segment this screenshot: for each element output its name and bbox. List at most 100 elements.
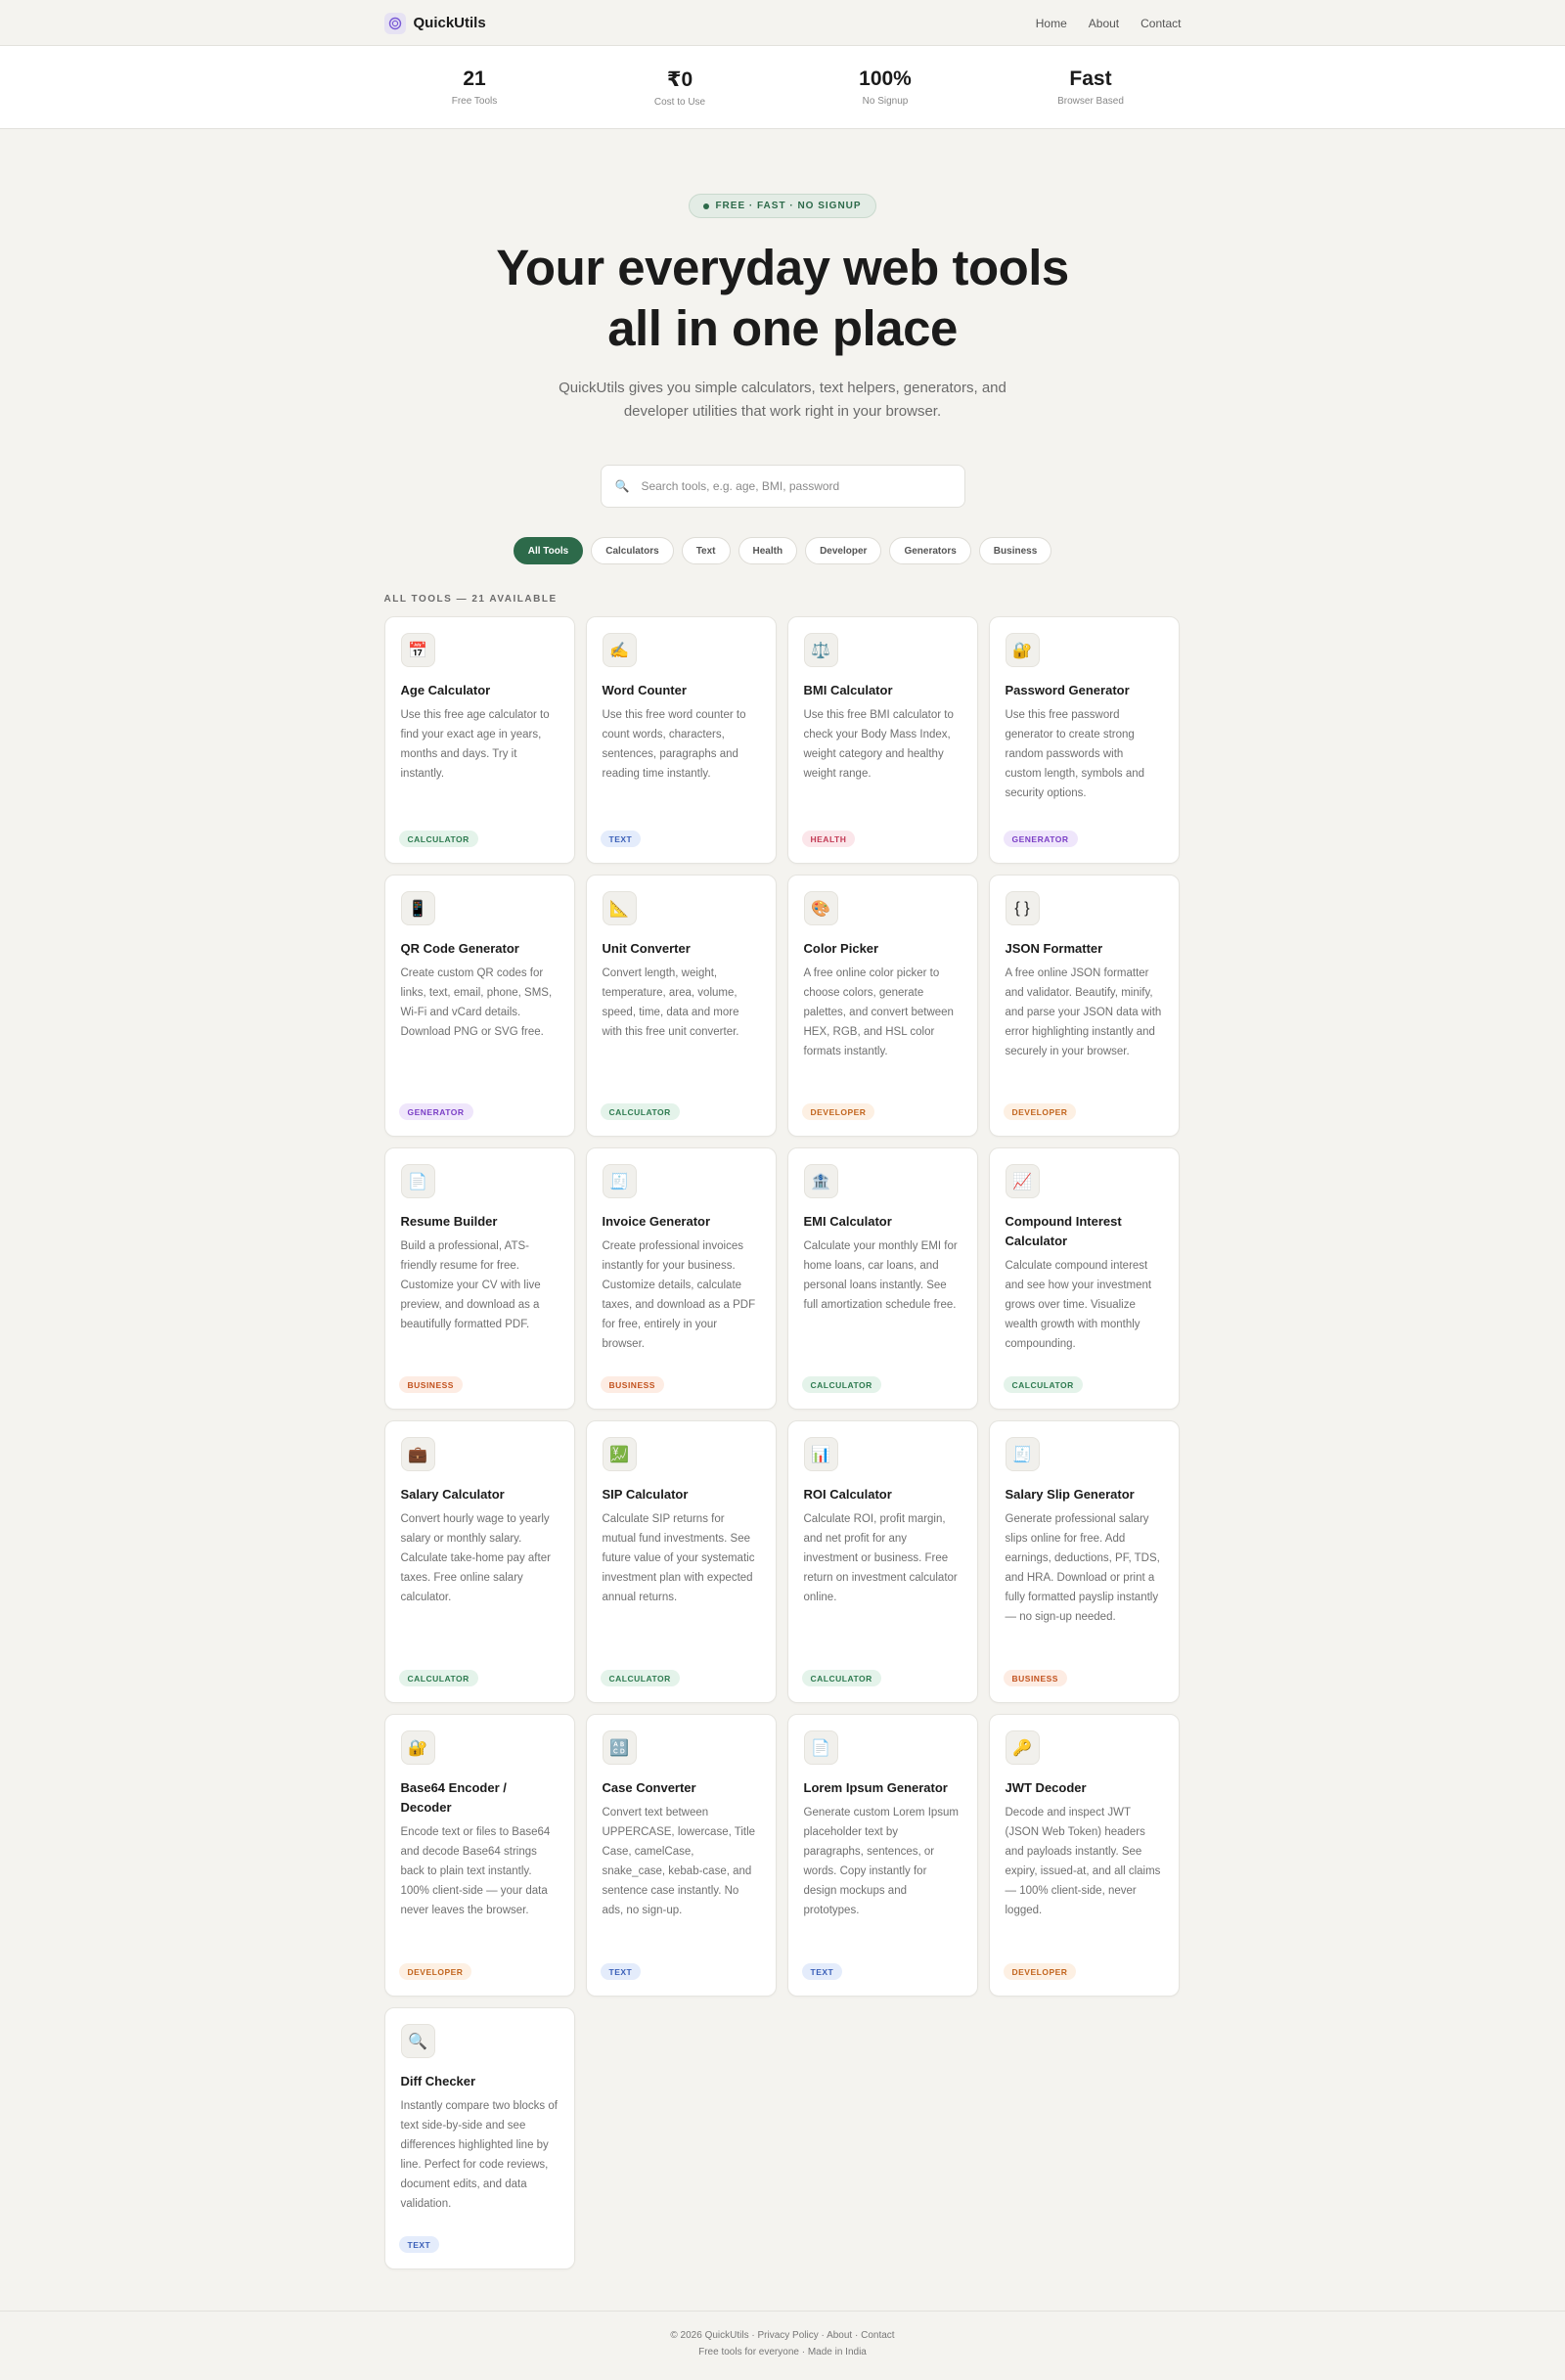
tool-description: Build a professional, ATS-friendly resum…: [400, 1240, 541, 1330]
category-badge: TEXT: [398, 2236, 440, 2253]
tool-title: Color Picker: [803, 941, 879, 956]
category-badge: TEXT: [801, 1963, 843, 1980]
tool-description: Instantly compare two blocks of text sid…: [400, 2100, 558, 2210]
category-badge: BUSINESS: [398, 1376, 463, 1393]
footer-link-about[interactable]: About: [827, 2330, 852, 2341]
tool-card-color-picker[interactable]: 🎨 Color Picker A free online color picker …: [786, 875, 978, 1137]
tool-title: EMI Calculator: [803, 1214, 892, 1229]
stat-no-signup: 100% No Signup: [787, 67, 983, 108]
tool-icon: 🧾: [1005, 1437, 1040, 1471]
tool-title: JSON Formatter: [1005, 941, 1103, 956]
stat-fast: Fast Browser Based: [993, 67, 1188, 108]
tools-section-label: ALL TOOLS — 21 AVAILABLE: [383, 594, 558, 605]
footer: © 2026 QuickUtils · Privacy Policy · Abo…: [0, 2311, 1565, 2358]
tool-icon: 🔍: [400, 2024, 435, 2058]
category-badge: TEXT: [600, 1963, 642, 1980]
tools-section: ALL TOOLS — 21 AVAILABLE 📅 Age Calculator…: [383, 594, 1182, 2269]
tool-title: Salary Slip Generator: [1005, 1487, 1135, 1502]
tool-icon: 📅: [400, 633, 435, 667]
nav-inner: QuickUtils Home About Contact: [383, 0, 1182, 46]
tool-description: Calculate SIP returns for mutual fund in…: [602, 1513, 755, 1603]
hero-pill-text: FREE · FAST · NO SIGNUP: [715, 201, 862, 211]
tool-card-jwt-decoder[interactable]: 🔑 JWT Decoder Decode and inspect JWT (JSON…: [988, 1714, 1180, 1997]
tool-card-salary-slip-generator[interactable]: 🧾 Salary Slip Generator Generate professio…: [988, 1420, 1180, 1703]
tool-card-word-counter[interactable]: ✍️ Word Counter Use this free word counter…: [585, 616, 777, 864]
tool-title: Word Counter: [602, 683, 687, 697]
filter-chip-generators[interactable]: Generators: [889, 537, 971, 564]
tool-card-compound-interest-calculator[interactable]: 📈 Compound Interest Calculator Calculate c…: [988, 1147, 1180, 1410]
tool-card-case-converter[interactable]: 🔠 Case Converter Convert text between UPPE…: [585, 1714, 777, 1997]
filter-chip-calculators[interactable]: Calculators: [591, 537, 674, 564]
tool-description: Use this free BMI calculator to check yo…: [803, 709, 954, 780]
tool-title: Diff Checker: [400, 2074, 476, 2088]
footer-copyright: © 2026 QuickUtils: [670, 2330, 749, 2341]
tool-card-unit-converter[interactable]: 📐 Unit Converter Convert length, weight, t…: [585, 875, 777, 1137]
tool-title: JWT Decoder: [1005, 1780, 1087, 1795]
nav-link-home[interactable]: Home: [1036, 17, 1067, 30]
tool-title: Base64 Encoder / Decoder: [400, 1780, 507, 1815]
tool-icon: ⚖️: [803, 633, 838, 667]
filter-chip-text[interactable]: Text: [681, 537, 731, 564]
filter-chip-developer[interactable]: Developer: [805, 537, 882, 564]
tool-icon: 💼: [400, 1437, 435, 1471]
category-badge: GENERATOR: [398, 1103, 473, 1120]
tool-title: Case Converter: [602, 1780, 696, 1795]
category-badge: HEALTH: [801, 831, 856, 847]
tool-icon: 💹: [602, 1437, 637, 1471]
tool-card-resume-builder[interactable]: 📄 Resume Builder Build a professional, ATS…: [383, 1147, 575, 1410]
stat-value: 100%: [859, 67, 912, 90]
tool-description: Generate custom Lorem Ipsum placeholder …: [803, 1807, 960, 1916]
tool-icon: 📄: [400, 1164, 435, 1198]
stat-label: Cost to Use: [653, 97, 706, 108]
filter-chips: All Tools Calculators Text Health Develo…: [0, 537, 1565, 564]
tool-card-diff-checker[interactable]: 🔍 Diff Checker Instantly compare two block…: [383, 2007, 575, 2269]
filter-chip-business[interactable]: Business: [978, 537, 1052, 564]
category-badge: CALCULATOR: [398, 831, 478, 847]
tool-card-bmi-calculator[interactable]: ⚖️ BMI Calculator Use this free BMI calcul…: [786, 616, 978, 864]
category-badge: CALCULATOR: [600, 1103, 680, 1120]
tool-title: QR Code Generator: [400, 941, 519, 956]
tool-description: Encode text or files to Base64 and decod…: [400, 1826, 551, 1916]
tool-card-json-formatter[interactable]: { } JSON Formatter A free online JSON form…: [988, 875, 1180, 1137]
tool-title: Age Calculator: [400, 683, 491, 697]
tool-description: Create custom QR codes for links, text, …: [400, 967, 553, 1038]
tool-card-age-calculator[interactable]: 📅 Age Calculator Use this free age calcula…: [383, 616, 575, 864]
stat-label: Free Tools: [451, 96, 498, 107]
tool-card-base64-encoder-decoder[interactable]: 🔐 Base64 Encoder / Decoder Encode text or …: [383, 1714, 575, 1997]
tool-card-roi-calculator[interactable]: 📊 ROI Calculator Calculate ROI, profit mar…: [786, 1420, 978, 1703]
tool-card-salary-calculator[interactable]: 💼 Salary Calculator Convert hourly wage to…: [383, 1420, 575, 1703]
filter-chip-health[interactable]: Health: [738, 537, 798, 564]
tool-grid: 📅 Age Calculator Use this free age calcula…: [383, 616, 1182, 2269]
category-badge: DEVELOPER: [1003, 1963, 1077, 1980]
footer-link-contact[interactable]: Contact: [861, 2330, 894, 2341]
nav-link-contact[interactable]: Contact: [1140, 17, 1181, 30]
tool-title: Password Generator: [1005, 683, 1130, 697]
tool-card-emi-calculator[interactable]: 🏦 EMI Calculator Calculate your monthly EM…: [786, 1147, 978, 1410]
tool-description: Use this free password generator to crea…: [1005, 709, 1145, 799]
tool-icon: 🏦: [803, 1164, 838, 1198]
tool-title: Compound Interest Calculator: [1005, 1214, 1122, 1248]
nav-links: Home About Contact: [1036, 17, 1182, 30]
filter-chip-all-tools[interactable]: All Tools: [513, 537, 584, 564]
brand[interactable]: QuickUtils: [383, 12, 486, 34]
tool-icon: 📊: [803, 1437, 838, 1471]
category-badge: TEXT: [600, 831, 642, 847]
search-box[interactable]: 🔍: [600, 465, 965, 508]
tool-title: Lorem Ipsum Generator: [803, 1780, 948, 1795]
tool-title: Unit Converter: [602, 941, 691, 956]
category-badge: CALCULATOR: [801, 1376, 881, 1393]
category-badge: BUSINESS: [1003, 1670, 1067, 1686]
category-badge: CALCULATOR: [398, 1670, 478, 1686]
nav-link-about[interactable]: About: [1089, 17, 1119, 30]
hero-title-line2: all in one place: [607, 300, 958, 356]
tool-card-invoice-generator[interactable]: 🧾 Invoice Generator Create professional in…: [585, 1147, 777, 1410]
brand-name: QuickUtils: [413, 15, 486, 31]
tool-card-lorem-ipsum-generator[interactable]: 📄 Lorem Ipsum Generator Generate custom Lo…: [786, 1714, 978, 1997]
tool-card-qr-code-generator[interactable]: 📱 QR Code Generator Create custom QR codes…: [383, 875, 575, 1137]
tool-card-password-generator[interactable]: 🔐 Password Generator Use this free passwor…: [988, 616, 1180, 864]
search-input[interactable]: [641, 479, 935, 493]
stats-bar: 21 Free Tools ₹0 Cost to Use 100% No Sig…: [0, 46, 1565, 129]
footer-link-privacy[interactable]: Privacy Policy: [757, 2330, 818, 2341]
tool-card-sip-calculator[interactable]: 💹 SIP Calculator Calculate SIP returns for…: [585, 1420, 777, 1703]
hero-pill: FREE · FAST · NO SIGNUP: [689, 194, 876, 218]
